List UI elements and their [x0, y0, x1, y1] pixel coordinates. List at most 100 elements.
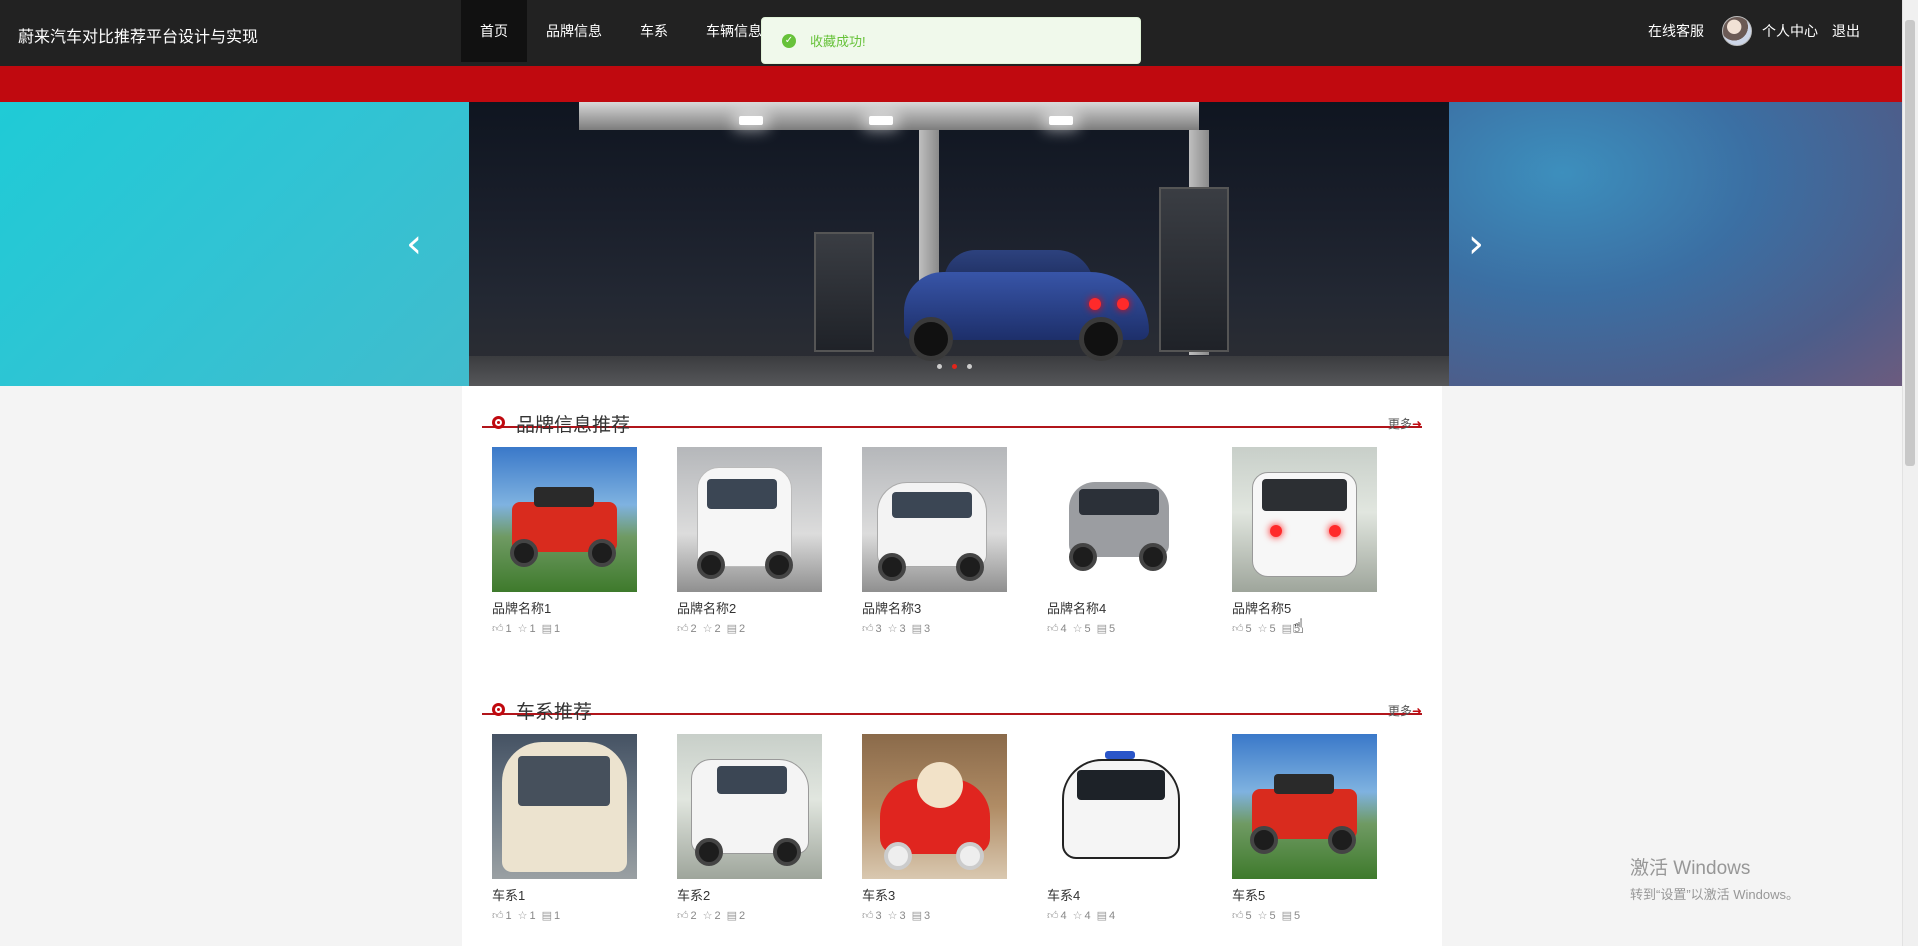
window	[1077, 770, 1165, 800]
card-stats: 👍︎ 3 ☆ 3 ▤ 3	[862, 909, 1008, 923]
card-title[interactable]: 品牌名称2	[677, 598, 823, 616]
card-title[interactable]: 车系4	[1047, 885, 1193, 903]
card-title[interactable]: 车系1	[492, 885, 638, 903]
card-title[interactable]: 车系3	[862, 885, 1008, 903]
carousel-active-slide[interactable]	[469, 102, 1449, 386]
wheel	[510, 539, 538, 567]
ground	[469, 356, 1449, 386]
comment-count: 5	[1109, 622, 1116, 635]
card-stats: 👍︎ 5 ☆ 5 ▤ 5	[1232, 622, 1378, 636]
scrollbar-thumb[interactable]	[1905, 20, 1915, 466]
chevron-left-icon[interactable]: ‹	[406, 224, 422, 264]
wheel	[884, 842, 912, 870]
section-bullet-icon	[492, 703, 505, 716]
thumbs-up-icon: 👍︎	[862, 623, 874, 635]
nav-item-brand-info[interactable]: 品牌信息	[527, 0, 621, 62]
card-image[interactable]	[862, 734, 1007, 879]
like-count: 1	[505, 622, 512, 635]
card-image[interactable]	[1047, 734, 1192, 879]
card-image[interactable]	[677, 734, 822, 879]
card-image[interactable]	[1232, 447, 1377, 592]
site-title[interactable]: 蔚来汽车对比推荐平台设计与实现	[18, 23, 258, 47]
card-title[interactable]: 品牌名称5	[1232, 598, 1378, 616]
arrow-right-icon[interactable]: ➜	[1412, 417, 1422, 431]
nav-item-home[interactable]: 首页	[461, 0, 527, 62]
series-card[interactable]: 车系2 👍︎ 2 ☆ 2 ▤ 2	[677, 734, 823, 922]
arrow-right-icon[interactable]: ➜	[1412, 704, 1422, 718]
card-stats: 👍︎ 1 ☆ 1 ▤ 1	[492, 622, 638, 636]
carousel-dot[interactable]	[967, 364, 972, 369]
jeep-roof	[1274, 774, 1334, 794]
tail-light	[1329, 525, 1341, 537]
section-bullet-icon	[492, 416, 505, 429]
window	[518, 756, 610, 806]
more-link[interactable]: 更多➜	[1388, 702, 1422, 719]
card-stats: 👍︎ 2 ☆ 2 ▤ 2	[677, 909, 823, 923]
nav-item-car-series[interactable]: 车系	[621, 0, 687, 62]
star-icon: ☆	[1257, 910, 1268, 922]
logout-link[interactable]: 退出	[1832, 21, 1860, 41]
carousel-dot-active[interactable]	[952, 364, 957, 369]
card-title[interactable]: 品牌名称4	[1047, 598, 1193, 616]
comment-icon: ▤	[1096, 910, 1108, 922]
check-circle-icon: ✓	[782, 33, 796, 48]
online-service-link[interactable]: 在线客服	[1648, 21, 1704, 41]
windows-activation-watermark: 激活 Windows 转到“设置”以激活 Windows。	[1630, 853, 1799, 903]
carousel-next-slide[interactable]	[1449, 102, 1902, 386]
comment-count: 1	[554, 622, 561, 635]
like-count: 4	[1060, 622, 1067, 635]
brand-card[interactable]: 品牌名称2 👍︎ 2 ☆ 2 ▤ 2	[677, 447, 823, 635]
series-recommend-section: 车系推荐 更多➜ 车系1 👍︎ 1 ☆ 1 ▤ 1 车系2 👍︎ 2 ☆ 2 ▤…	[482, 673, 1422, 922]
star-icon: ☆	[887, 910, 898, 922]
series-card[interactable]: 车系1 👍︎ 1 ☆ 1 ▤ 1	[492, 734, 638, 922]
more-link[interactable]: 更多➜	[1388, 415, 1422, 432]
brand-card[interactable]: 品牌名称3 👍︎ 3 ☆ 3 ▤ 3	[862, 447, 1008, 635]
comment-count: 4	[1109, 909, 1116, 922]
more-link-label[interactable]: 更多	[1388, 704, 1412, 718]
like-count: 1	[505, 909, 512, 922]
comment-count: 3	[924, 622, 931, 635]
card-title[interactable]: 车系5	[1232, 885, 1378, 903]
wheel	[588, 539, 616, 567]
banner-carousel[interactable]: ‹ ›	[0, 102, 1902, 386]
jeep-roof	[534, 487, 594, 507]
comment-icon: ▤	[541, 623, 553, 635]
series-card[interactable]: 车系3 👍︎ 3 ☆ 3 ▤ 3	[862, 734, 1008, 922]
star-icon: ☆	[1072, 623, 1083, 635]
comment-icon: ▤	[1281, 623, 1293, 635]
favorite-count: 5	[1269, 622, 1276, 635]
page-scrollbar[interactable]	[1902, 0, 1918, 946]
fuel-pump	[814, 232, 874, 352]
card-image[interactable]	[862, 447, 1007, 592]
card-image[interactable]	[1047, 447, 1192, 592]
more-link-label[interactable]: 更多	[1388, 417, 1412, 431]
card-title[interactable]: 品牌名称3	[862, 598, 1008, 616]
wheel	[773, 838, 801, 866]
car-tail-light	[1089, 298, 1101, 310]
carousel-dot[interactable]	[937, 364, 942, 369]
card-image[interactable]	[1232, 734, 1377, 879]
brand-card[interactable]: 品牌名称1 👍︎ 1 ☆ 1 ▤ 1	[492, 447, 638, 635]
comment-icon: ▤	[541, 910, 553, 922]
main-nav: 首页 品牌信息 车系 车辆信息	[461, 0, 781, 62]
card-image[interactable]	[492, 734, 637, 879]
chevron-right-icon[interactable]: ›	[1468, 224, 1484, 264]
series-card[interactable]: 车系5 👍︎ 5 ☆ 5 ▤ 5	[1232, 734, 1378, 922]
avatar[interactable]	[1722, 16, 1752, 46]
favorite-count: 5	[1084, 622, 1091, 635]
star-icon: ☆	[702, 623, 713, 635]
carousel-prev-slide[interactable]	[0, 102, 469, 386]
favorite-count: 4	[1084, 909, 1091, 922]
brand-card[interactable]: 品牌名称5 👍︎ 5 ☆ 5 ▤ 5	[1232, 447, 1378, 635]
personal-center-link[interactable]: 个人中心	[1762, 21, 1818, 41]
card-title[interactable]: 车系2	[677, 885, 823, 903]
like-count: 5	[1245, 622, 1252, 635]
card-image[interactable]	[492, 447, 637, 592]
series-card[interactable]: 车系4 👍︎ 4 ☆ 4 ▤ 4	[1047, 734, 1193, 922]
card-image[interactable]	[677, 447, 822, 592]
card-title[interactable]: 品牌名称1	[492, 598, 638, 616]
brand-card[interactable]: 品牌名称4 👍︎ 4 ☆ 5 ▤ 5	[1047, 447, 1193, 635]
card-stats: 👍︎ 4 ☆ 5 ▤ 5	[1047, 622, 1193, 636]
header-right-links: 在线客服 个人中心 退出	[1634, 0, 1860, 62]
wheel	[765, 551, 793, 579]
